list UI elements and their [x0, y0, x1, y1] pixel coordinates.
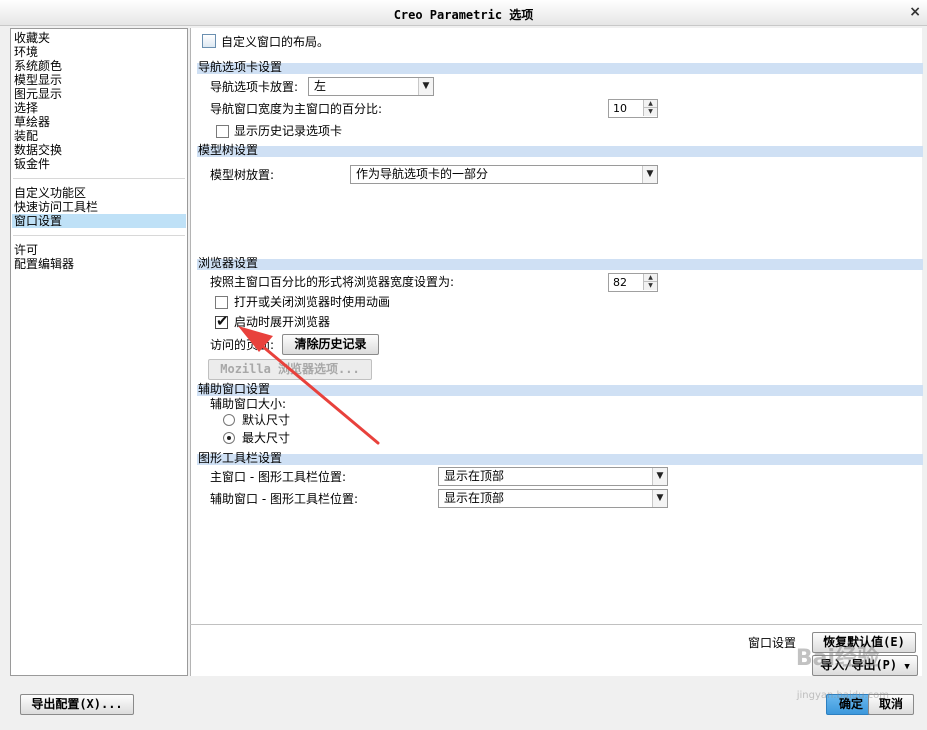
- aux-toolbar-position-label: 辅助窗口 - 图形工具栏位置:: [210, 492, 359, 506]
- max-size-radio[interactable]: [223, 432, 235, 444]
- browser-animation-checkbox[interactable]: [215, 296, 228, 309]
- browser-width-spinner[interactable]: 82 ▲ ▼: [608, 273, 658, 292]
- window-settings-footer-label: 窗口设置: [748, 636, 797, 650]
- section-title-model-tree: 模型树设置: [198, 143, 259, 157]
- watermark-logo: Bai经验: [795, 646, 879, 671]
- checkmark-icon: ✔: [216, 312, 229, 330]
- nav-width-spinner[interactable]: 10 ▲ ▼: [608, 99, 658, 118]
- nav-item-customize-ribbon[interactable]: 自定义功能区: [14, 186, 86, 200]
- browser-animation-label: 打开或关闭浏览器时使用动画: [234, 295, 391, 309]
- nav-width-value: 10: [613, 102, 627, 115]
- aux-size-label: 辅助窗口大小:: [210, 397, 287, 411]
- customize-layout-label: 自定义窗口的布局。: [221, 35, 330, 49]
- nav-divider: [13, 235, 185, 236]
- category-list: 收藏夹 环境 系统颜色 模型显示 图元显示 选择 草绘器 装配 数据交换 钣金件…: [10, 28, 188, 676]
- nav-item-data-exchange[interactable]: 数据交换: [14, 143, 62, 157]
- aux-toolbar-position-value: 显示在顶部: [444, 491, 505, 505]
- main-toolbar-position-value: 显示在顶部: [444, 469, 505, 483]
- close-icon[interactable]: ×: [909, 4, 921, 20]
- spin-down-icon[interactable]: ▼: [643, 282, 657, 290]
- nav-item-config-editor[interactable]: 配置编辑器: [14, 257, 74, 271]
- section-title-graphics-toolbar: 图形工具栏设置: [198, 451, 283, 465]
- chevron-down-icon[interactable]: ▼: [652, 490, 667, 507]
- chevron-down-icon[interactable]: ▼: [418, 78, 433, 95]
- window-layout-icon: [202, 34, 216, 48]
- nav-item-sheetmetal[interactable]: 钣金件: [14, 157, 50, 171]
- spin-up-icon[interactable]: ▲: [643, 274, 657, 282]
- nav-item-quick-access-toolbar[interactable]: 快速访问工具栏: [14, 200, 98, 214]
- section-bar: [197, 146, 923, 157]
- nav-item-assembly[interactable]: 装配: [14, 129, 38, 143]
- nav-item-sketcher[interactable]: 草绘器: [14, 115, 50, 129]
- watermark-url: jingyan.baidu.com: [796, 690, 889, 701]
- section-bar: [197, 259, 923, 270]
- clear-history-button[interactable]: 清除历史记录: [282, 334, 379, 355]
- section-title-aux-window: 辅助窗口设置: [198, 382, 271, 396]
- nav-item-license[interactable]: 许可: [14, 243, 38, 257]
- chevron-down-icon[interactable]: ▼: [652, 468, 667, 485]
- model-tree-placement-select[interactable]: 作为导航选项卡的一部分 ▼: [350, 165, 658, 184]
- chevron-down-icon: ▼: [904, 662, 910, 672]
- panel-divider: [190, 624, 922, 625]
- expand-browser-label: 启动时展开浏览器: [234, 315, 331, 329]
- spin-down-icon[interactable]: ▼: [643, 108, 657, 116]
- spin-up-icon[interactable]: ▲: [643, 100, 657, 108]
- visited-pages-label: 访问的页面:: [210, 338, 275, 352]
- section-title-browser: 浏览器设置: [198, 256, 259, 270]
- nav-item-environment[interactable]: 环境: [14, 45, 38, 59]
- nav-item-entity-display[interactable]: 图元显示: [14, 87, 62, 101]
- max-size-label: 最大尺寸: [242, 431, 291, 445]
- nav-item-selection[interactable]: 选择: [14, 101, 38, 115]
- nav-item-favorites[interactable]: 收藏夹: [14, 31, 50, 45]
- show-history-checkbox[interactable]: [216, 125, 229, 138]
- expand-browser-checkbox[interactable]: ✔: [215, 312, 229, 330]
- nav-tab-placement-label: 导航选项卡放置:: [210, 80, 299, 94]
- section-bar: [197, 63, 923, 74]
- nav-divider: [13, 178, 185, 179]
- browser-width-label: 按照主窗口百分比的形式将浏览器宽度设置为:: [210, 275, 455, 289]
- nav-item-model-display[interactable]: 模型显示: [14, 73, 62, 87]
- mozilla-options-button[interactable]: Mozilla 浏览器选项...: [208, 359, 372, 380]
- radio-selected-dot: [227, 436, 231, 440]
- nav-item-window-settings[interactable]: 窗口设置: [12, 214, 186, 228]
- section-title-nav-tab: 导航选项卡设置: [198, 60, 283, 74]
- model-tree-placement-value: 作为导航选项卡的一部分: [356, 167, 489, 181]
- title-bar: Creo Parametric 选项 ×: [0, 0, 927, 26]
- browser-width-value: 82: [613, 276, 627, 289]
- nav-tab-placement-select[interactable]: 左 ▼: [308, 77, 434, 96]
- nav-width-label: 导航窗口宽度为主窗口的百分比:: [210, 102, 383, 116]
- section-bar: [197, 454, 923, 465]
- default-size-label: 默认尺寸: [242, 413, 291, 427]
- section-bar: [197, 385, 923, 396]
- nav-tab-placement-value: 左: [314, 79, 327, 93]
- aux-toolbar-position-select[interactable]: 显示在顶部 ▼: [438, 489, 668, 508]
- window-title: Creo Parametric 选项: [393, 8, 534, 22]
- show-history-label: 显示历史记录选项卡: [234, 124, 343, 138]
- nav-item-system-colors[interactable]: 系统颜色: [14, 59, 62, 73]
- export-config-button[interactable]: 导出配置(X)...: [20, 694, 134, 715]
- main-toolbar-position-label: 主窗口 - 图形工具栏位置:: [210, 470, 347, 484]
- default-size-radio[interactable]: [223, 414, 235, 426]
- main-toolbar-position-select[interactable]: 显示在顶部 ▼: [438, 467, 668, 486]
- chevron-down-icon[interactable]: ▼: [642, 166, 657, 183]
- model-tree-placement-label: 模型树放置:: [210, 168, 275, 182]
